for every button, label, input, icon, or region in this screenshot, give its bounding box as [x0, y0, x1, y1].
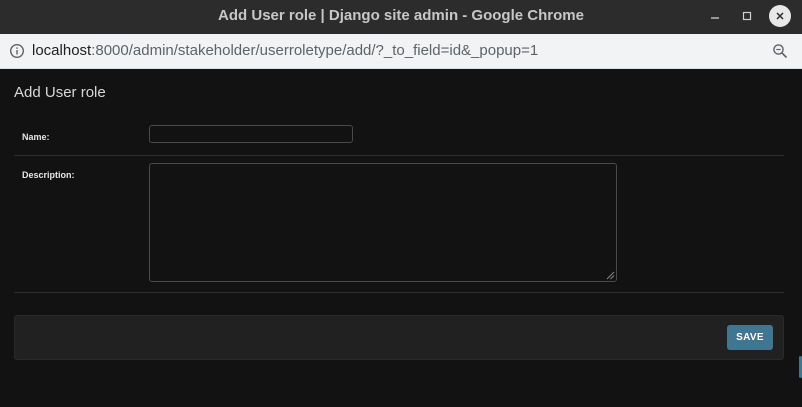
form-row-name: Name: — [14, 115, 784, 156]
url-path: :8000/admin/stakeholder/userroletype/add… — [91, 42, 539, 59]
close-icon — [776, 12, 784, 20]
page-title: Add User role — [14, 84, 106, 101]
submit-row: SAVE — [14, 315, 784, 360]
window-titlebar: Add User role | Django site admin - Goog… — [0, 0, 802, 34]
resize-grip-icon[interactable] — [606, 271, 615, 280]
minimize-button[interactable] — [704, 5, 726, 27]
form-row-description: Description: — [14, 155, 784, 293]
save-button[interactable]: SAVE — [727, 325, 773, 350]
url-text[interactable]: localhost:8000/admin/stakeholder/userrol… — [32, 34, 538, 68]
description-textarea[interactable] — [149, 163, 617, 282]
name-input[interactable] — [149, 125, 353, 143]
close-button[interactable] — [769, 5, 791, 27]
url-host: localhost — [32, 42, 92, 59]
minimize-icon — [711, 17, 719, 19]
page-content: Add User role Name: Description: SAVE — [0, 69, 802, 407]
name-label: Name: — [22, 132, 50, 142]
info-icon[interactable] — [9, 43, 25, 59]
description-label: Description: — [22, 170, 75, 180]
zoom-icon[interactable] — [772, 43, 788, 59]
maximize-button[interactable] — [736, 5, 758, 27]
address-bar[interactable]: localhost:8000/admin/stakeholder/userrol… — [0, 34, 802, 69]
maximize-icon — [742, 11, 752, 21]
window-title: Add User role | Django site admin - Goog… — [218, 7, 584, 24]
